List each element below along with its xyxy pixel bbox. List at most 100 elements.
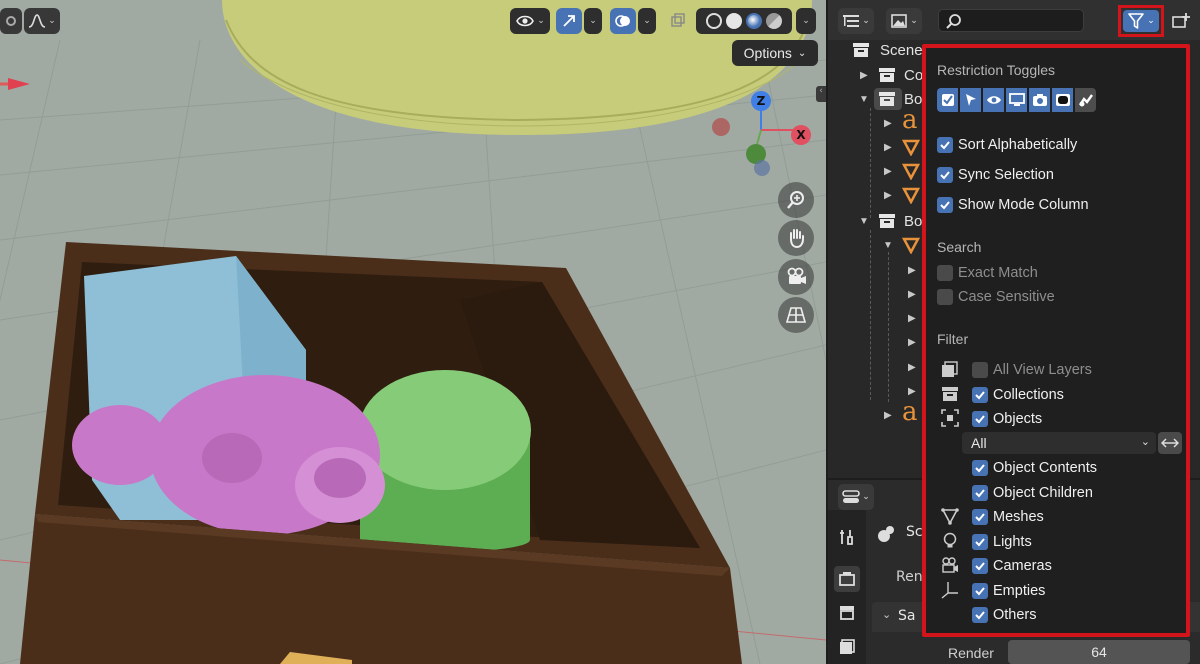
gizmo-z-axis[interactable]: Z (751, 91, 771, 111)
properties-row-render: Ren (896, 569, 923, 585)
option-label: Exact Match (958, 265, 1038, 281)
ortho-toggle-button[interactable] (778, 297, 814, 333)
option-label: Lights (993, 534, 1032, 550)
checkmark-icon (975, 611, 985, 620)
checkbox-unchecked[interactable] (937, 265, 953, 281)
holdout-icon (1055, 94, 1070, 106)
checkmark-icon (975, 391, 985, 400)
checkmark-icon (975, 587, 985, 596)
sync-mode-dropdown[interactable]: ⌄ (886, 8, 922, 34)
zoom-magnifier-icon (787, 191, 804, 209)
sort-alphabetically-option[interactable]: Sort Alphabetically (937, 134, 1077, 156)
checkbox-checked[interactable] (972, 411, 988, 427)
checkbox-checked[interactable] (972, 534, 988, 550)
outliner-search-input[interactable] (938, 9, 1084, 32)
hide-in-viewport-toggle[interactable] (983, 88, 1004, 112)
collections-option[interactable]: Collections (972, 384, 1064, 406)
object-mode-icon-button[interactable] (0, 8, 22, 34)
rendered-shading-icon[interactable] (766, 13, 782, 29)
mesh-triangle-icon (902, 237, 920, 254)
exact-match-option[interactable]: Exact Match (937, 262, 1038, 284)
checkbox-checked[interactable] (972, 387, 988, 403)
display-mode-dropdown[interactable]: ⌄ (838, 8, 874, 34)
checkbox-checked[interactable] (972, 558, 988, 574)
case-sensitive-option[interactable]: Case Sensitive (937, 286, 1055, 308)
sidebar-toggle-tab[interactable]: ‹ (816, 86, 826, 102)
disable-in-renders-toggle[interactable] (1029, 88, 1050, 112)
material-preview-icon[interactable] (746, 13, 762, 29)
option-label: Object Children (993, 485, 1093, 501)
overlays-dropdown[interactable]: ⌄ (638, 8, 656, 34)
zoom-button[interactable] (778, 182, 814, 218)
wireframe-shading-icon[interactable] (706, 13, 722, 29)
cameras-option[interactable]: Cameras (972, 555, 1052, 577)
filter-button-highlight: ⌄ (1118, 5, 1164, 37)
filter-heading: Filter (937, 331, 969, 347)
lights-option[interactable]: Lights (972, 531, 1032, 553)
indirect-only-toggle[interactable] (1075, 88, 1096, 112)
chevron-down-icon: ⌄ (862, 492, 870, 502)
filter-button[interactable]: ⌄ (1123, 10, 1159, 32)
disable-in-viewports-toggle[interactable] (1006, 88, 1027, 112)
chevron-down-icon: ⌄ (537, 16, 545, 26)
checkbox-unchecked[interactable] (972, 362, 988, 378)
new-collection-button[interactable] (1168, 9, 1194, 33)
show-mode-column-option[interactable]: Show Mode Column (937, 194, 1089, 216)
gizmo-dropdown[interactable]: ⌄ (584, 8, 602, 34)
meshes-option[interactable]: Meshes (972, 506, 1044, 528)
gizmo-toggle-button[interactable] (556, 8, 582, 34)
camera-icon (1032, 94, 1047, 106)
overlays-toggle-button[interactable] (610, 8, 636, 34)
collection-box-icon (879, 92, 895, 106)
checkbox-checked[interactable] (937, 167, 953, 183)
gizmo-x-axis[interactable]: X (791, 125, 811, 145)
shading-dropdown[interactable]: ⌄ (796, 8, 816, 34)
exclude-checkbox-toggle[interactable] (937, 88, 958, 112)
others-option[interactable]: Others (972, 604, 1037, 626)
output-tab[interactable] (834, 600, 860, 626)
pan-button[interactable] (778, 220, 814, 256)
invert-filter-button[interactable] (1158, 432, 1182, 454)
checkbox-checked[interactable] (972, 607, 988, 623)
render-tab[interactable] (834, 566, 860, 592)
empties-option[interactable]: Empties (972, 580, 1045, 602)
object-contents-option[interactable]: Object Contents (972, 457, 1097, 479)
view-layer-tab[interactable] (834, 634, 860, 660)
all-view-layers-option[interactable]: All View Layers (972, 359, 1092, 381)
object-filter-select[interactable]: All ⌄ (962, 432, 1156, 454)
objects-option[interactable]: Objects (972, 408, 1042, 430)
option-label: Object Contents (993, 460, 1097, 476)
checkbox-checked[interactable] (937, 137, 953, 153)
render-samples-field[interactable]: 64 (1008, 640, 1190, 664)
indirect-only-icon (1078, 94, 1093, 107)
tree-row-label: Co (904, 66, 924, 84)
checkbox-unchecked[interactable] (937, 289, 953, 305)
visibility-dropdown[interactable]: ⌄ (510, 8, 550, 34)
checkbox-checked[interactable] (972, 583, 988, 599)
checkbox-checked[interactable] (972, 485, 988, 501)
xray-toggle-button[interactable] (666, 8, 690, 34)
tool-tab[interactable] (834, 524, 860, 550)
object-children-option[interactable]: Object Children (972, 482, 1093, 504)
holdout-toggle[interactable] (1052, 88, 1073, 112)
options-dropdown[interactable]: Options ⌄ (732, 40, 818, 66)
funnel-filter-icon (1128, 13, 1145, 29)
selectable-toggle[interactable] (960, 88, 981, 112)
sampling-label: Sa (898, 608, 916, 624)
render-camera-icon (839, 572, 855, 586)
editor-type-dropdown[interactable]: ⌄ (838, 484, 874, 510)
solid-shading-icon[interactable] (726, 13, 742, 29)
gizmo-arrow-icon (563, 15, 575, 27)
checkbox-checked[interactable] (972, 509, 988, 525)
sync-selection-option[interactable]: Sync Selection (937, 164, 1054, 186)
expand-arrow-icon: ▶ (884, 165, 892, 177)
chevron-down-icon: ⌄ (589, 16, 597, 26)
3d-viewport[interactable]: ⌄ ⌄ ⌄ ⌄ ⌄ Options ⌄ Z X ‹ (0, 0, 826, 664)
checkbox-checked[interactable] (972, 460, 988, 476)
expand-arrow-icon: ▶ (908, 312, 916, 324)
checkmark-icon (940, 201, 950, 210)
camera-view-button[interactable] (778, 259, 814, 295)
checkmark-icon (975, 489, 985, 498)
proportional-falloff-button[interactable]: ⌄ (24, 8, 60, 34)
checkbox-checked[interactable] (937, 197, 953, 213)
